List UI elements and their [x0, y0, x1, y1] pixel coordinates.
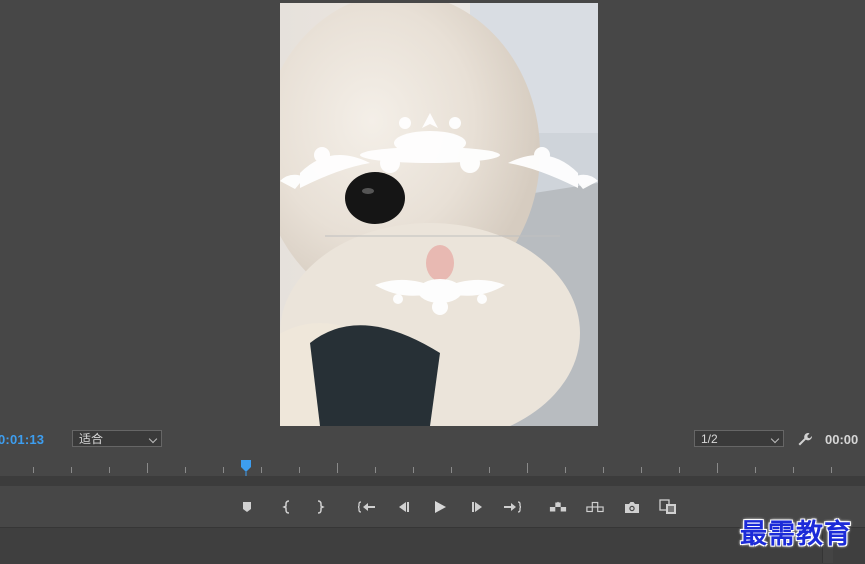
playback-resolution-select[interactable]: 1/2 — [694, 430, 784, 447]
export-frame-button[interactable] — [623, 498, 641, 516]
camera-icon — [625, 501, 639, 513]
lift-icon — [549, 501, 567, 512]
mark-in-icon — [282, 500, 290, 514]
mark-out-button[interactable] — [311, 498, 329, 516]
chevron-down-icon — [148, 434, 158, 444]
go-to-in-button[interactable] — [358, 498, 376, 516]
settings-wrench-icon[interactable] — [797, 432, 813, 446]
go-to-out-button[interactable] — [503, 498, 521, 516]
compare-view-icon — [659, 499, 676, 514]
play-icon — [435, 501, 446, 513]
step-forward-icon — [472, 502, 482, 512]
extract-icon — [586, 501, 604, 513]
playhead-icon[interactable] — [241, 460, 251, 476]
watermark-text: 最需教育 — [740, 519, 852, 550]
playback-resolution-value: 1/2 — [701, 432, 718, 446]
step-forward-button[interactable] — [469, 498, 487, 516]
preview-image — [280, 3, 598, 426]
duration-timecode: 00:00 — [825, 432, 859, 447]
panel-bottom-area — [0, 527, 865, 564]
marker-icon — [243, 502, 251, 512]
step-back-icon — [399, 502, 409, 512]
time-ruler[interactable] — [0, 456, 865, 476]
zoom-scroll-bar[interactable] — [0, 476, 865, 486]
step-back-button[interactable] — [394, 498, 412, 516]
extract-button[interactable] — [586, 498, 604, 516]
go-to-in-icon — [358, 501, 375, 513]
zoom-level-value: 适合 — [79, 432, 104, 446]
compare-view-button[interactable] — [659, 498, 677, 516]
current-timecode[interactable]: 0:01:13 — [0, 432, 44, 447]
mark-out-icon — [317, 500, 325, 514]
program-monitor-preview[interactable] — [280, 3, 598, 426]
lift-button[interactable] — [549, 498, 567, 516]
mark-in-button[interactable] — [278, 498, 296, 516]
add-marker-button[interactable] — [238, 498, 256, 516]
chevron-down-icon — [770, 434, 780, 444]
zoom-level-select[interactable]: 适合 — [72, 430, 162, 447]
go-to-out-icon — [504, 501, 521, 513]
play-button[interactable] — [431, 498, 449, 516]
